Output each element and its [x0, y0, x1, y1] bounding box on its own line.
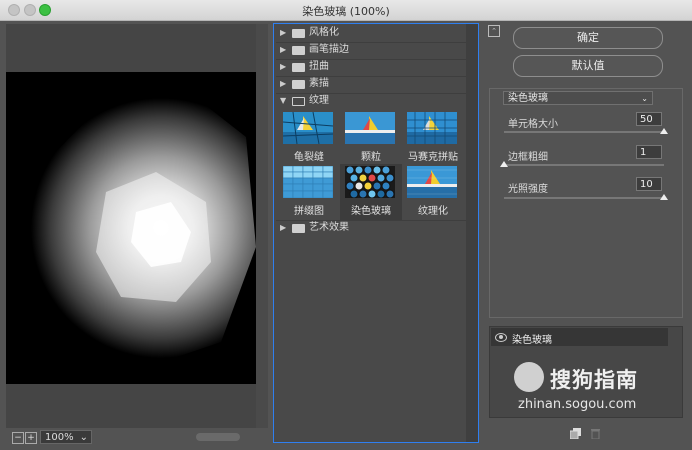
chevron-down-icon: ⌄ — [79, 432, 88, 443]
filter-select-value: 染色玻璃 — [508, 93, 548, 104]
light-intensity-slider[interactable] — [504, 197, 664, 199]
new-effect-layer-icon[interactable] — [570, 428, 581, 439]
folder-icon — [292, 80, 305, 89]
gallery-scrollbar[interactable] — [466, 24, 478, 442]
category-sketch[interactable]: ▶ 素描 — [276, 76, 466, 92]
zoom-select[interactable]: 100% ⌄ — [40, 430, 92, 444]
preview-horizontal-scrollbar[interactable] — [196, 433, 240, 441]
chevron-down-icon: ⌄ — [641, 94, 648, 103]
cell-size-slider-knob[interactable] — [660, 128, 668, 134]
trash-icon[interactable] — [590, 428, 601, 439]
preview-canvas[interactable] — [6, 72, 256, 384]
zoom-value: 100% — [45, 432, 74, 443]
craquelure-thumbnail — [283, 112, 333, 144]
cell-size-label: 单元格大小 — [508, 119, 558, 130]
cell-size-input[interactable]: 50 — [636, 112, 662, 126]
watermark-brand: 搜狗指南 — [550, 368, 638, 392]
border-thickness-input[interactable]: 1 — [636, 145, 662, 159]
light-intensity-label: 光照强度 — [508, 184, 548, 195]
category-texture[interactable]: ▼ 纹理 — [276, 93, 466, 109]
window-title: 染色玻璃 (100%) — [302, 5, 390, 18]
title-bar: 染色玻璃 (100%) — [0, 0, 692, 21]
stained-glass-preview-image — [6, 72, 256, 384]
filter-thumb-patchwork[interactable]: 拼缀图 — [278, 164, 340, 220]
light-intensity-input[interactable]: 10 — [636, 177, 662, 191]
filter-thumb-craquelure[interactable]: 龟裂缝 — [278, 110, 340, 166]
default-button[interactable]: 默认值 — [513, 55, 663, 77]
zoom-in-button[interactable]: + — [25, 432, 37, 444]
light-intensity-slider-knob[interactable] — [660, 194, 668, 200]
effect-layer-name: 染色玻璃 — [512, 335, 552, 346]
stained-glass-thumbnail — [345, 166, 395, 198]
category-distort[interactable]: ▶ 扭曲 — [276, 59, 466, 75]
border-thickness-slider-knob[interactable] — [500, 161, 508, 167]
preview-vertical-scrollbar[interactable] — [256, 24, 268, 428]
category-brush-strokes[interactable]: ▶ 画笔描边 — [276, 42, 466, 58]
border-thickness-label: 边框粗细 — [508, 152, 548, 163]
folder-icon — [292, 29, 305, 38]
filter-thumb-mosaic-tiles[interactable]: 马赛克拼贴 — [402, 110, 464, 166]
folder-icon — [292, 224, 305, 233]
border-thickness-slider[interactable] — [504, 164, 664, 166]
category-stylize[interactable]: ▶ 风格化 — [276, 25, 466, 41]
texturizer-thumbnail — [407, 166, 457, 198]
folder-icon — [292, 63, 305, 72]
expand-arrow-icon: ▶ — [280, 79, 287, 88]
eye-icon[interactable] — [495, 333, 507, 342]
collapse-arrow-icon: ▼ — [280, 96, 287, 105]
zoom-out-button[interactable]: − — [12, 432, 24, 444]
collapse-gallery-button[interactable]: ⌃ — [488, 25, 500, 37]
watermark-url: zhinan.sogou.com — [518, 397, 637, 412]
expand-arrow-icon: ▶ — [280, 28, 287, 37]
preview-zoom-bar: − + 100% ⌄ — [6, 430, 268, 446]
expand-arrow-icon: ▶ — [280, 223, 287, 232]
expand-arrow-icon: ▶ — [280, 45, 287, 54]
filter-select[interactable]: 染色玻璃 ⌄ — [503, 91, 653, 105]
expand-arrow-icon: ▶ — [280, 62, 287, 71]
open-folder-icon — [292, 97, 305, 106]
filter-thumb-grain[interactable]: 颗粒 — [340, 110, 402, 166]
cell-size-slider[interactable] — [504, 131, 664, 133]
patchwork-thumbnail — [283, 166, 333, 198]
mosaic-tiles-thumbnail — [407, 112, 457, 144]
filter-thumb-texturizer[interactable]: 纹理化 — [402, 164, 464, 220]
filter-thumb-stained-glass[interactable]: 染色玻璃 — [340, 164, 402, 220]
filter-gallery: ▶ 风格化 ▶ 画笔描边 ▶ 扭曲 ▶ 素描 ▼ 纹理 龟裂缝 颗粒 马赛克拼贴… — [273, 23, 479, 443]
folder-icon — [292, 46, 305, 55]
category-artistic[interactable]: ▶ 艺术效果 — [276, 220, 466, 236]
sogou-logo-icon — [514, 362, 544, 392]
ok-button[interactable]: 确定 — [513, 27, 663, 49]
grain-thumbnail — [345, 112, 395, 144]
preview-panel — [6, 24, 268, 428]
